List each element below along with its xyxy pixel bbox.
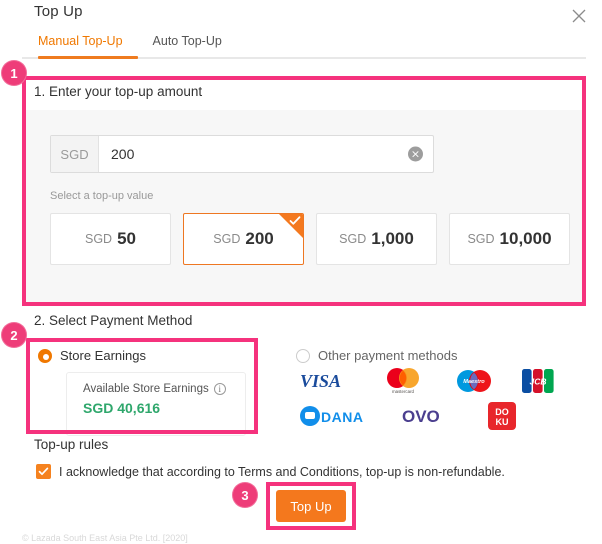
acknowledge-row[interactable]: I acknowledge that according to Terms an…	[36, 464, 505, 479]
maestro-icon: Maestro	[452, 368, 496, 394]
preset-hint-label: Select a top-up value	[50, 190, 154, 202]
acknowledge-text: I acknowledge that according to Terms an…	[59, 464, 505, 479]
preset-amount-1000[interactable]: SGD 1,000	[316, 213, 437, 265]
doku-icon: DO KU	[488, 402, 516, 430]
payment-logo-row-2: DANA OVO DO KU	[300, 402, 586, 430]
dialog-title: Top Up	[34, 3, 83, 20]
tab-auto-top-up[interactable]: Auto Top-Up	[149, 34, 226, 55]
step-badge-2: 2	[1, 322, 27, 348]
section-1-title: 1. Enter your top-up amount	[34, 84, 203, 99]
clear-input-icon[interactable]: ×	[408, 146, 423, 162]
step-badge-3: 3	[232, 482, 258, 508]
preset-currency: SGD	[339, 232, 367, 246]
currency-prefix: SGD	[51, 136, 99, 172]
preset-value: 50	[117, 229, 136, 248]
ovo-icon: OVO	[402, 403, 458, 429]
store-earnings-label: Store Earnings	[60, 348, 146, 363]
dana-icon: DANA	[300, 403, 372, 429]
close-icon[interactable]	[568, 5, 590, 27]
top-up-dialog: Top Up Manual Top-Up Auto Top-Up 1 2 3 1…	[0, 0, 602, 544]
balance-label: Available Store Earnings	[83, 383, 209, 395]
preset-amount-50[interactable]: SGD 50	[50, 213, 171, 265]
preset-currency: SGD	[84, 232, 113, 246]
acknowledge-checkbox[interactable]	[36, 464, 51, 479]
payment-logo-row-1: VISA mastercard Maestro JCB	[300, 368, 586, 394]
check-icon	[289, 216, 301, 225]
payment-option-store-earnings[interactable]: Store Earnings	[38, 348, 146, 363]
balance-label-row: Available Store Earnings i	[83, 383, 245, 395]
svg-text:KU: KU	[496, 417, 509, 427]
section-2-title: 2. Select Payment Method	[34, 313, 193, 328]
tab-bar: Manual Top-Up Auto Top-Up	[34, 34, 226, 55]
svg-text:JCB: JCB	[529, 377, 546, 387]
footer-copyright: © Lazada South East Asia Pte Ltd. [2020]	[22, 533, 188, 543]
payment-logo-list: VISA mastercard Maestro JCB DANA OVO DO …	[300, 368, 586, 430]
svg-text:DO: DO	[495, 407, 509, 417]
tab-manual-top-up[interactable]: Manual Top-Up	[34, 34, 127, 55]
svg-text:OVO: OVO	[402, 407, 440, 426]
preset-value: 200	[245, 229, 274, 248]
info-icon[interactable]: i	[213, 383, 226, 395]
svg-text:VISA: VISA	[300, 371, 341, 391]
rules-title: Top-up rules	[34, 437, 109, 452]
amount-input[interactable]	[99, 136, 433, 172]
radio-other-methods-icon[interactable]	[296, 348, 310, 363]
step-badge-1: 1	[1, 60, 27, 86]
tab-active-underline	[38, 56, 138, 59]
preset-currency: SGD	[467, 232, 495, 246]
preset-amount-10000[interactable]: SGD 10,000	[449, 213, 570, 265]
jcb-icon: JCB	[522, 368, 554, 394]
balance-value: SGD 40,616	[83, 400, 161, 416]
preset-value: 10,000	[499, 229, 552, 248]
section-1-body: SGD × Select a top-up value SGD 50 SGD 2…	[26, 110, 582, 302]
amount-input-group: SGD ×	[50, 135, 434, 173]
svg-text:DANA: DANA	[321, 409, 363, 425]
radio-store-earnings-icon[interactable]	[38, 348, 52, 363]
preset-amount-list: SGD 50 SGD 200 SGD 1,000 SGD 10,000	[50, 213, 570, 265]
svg-text:mastercard: mastercard	[392, 389, 415, 394]
check-icon	[38, 467, 49, 476]
top-up-submit-button[interactable]: Top Up	[276, 490, 346, 522]
mastercard-icon: mastercard	[380, 368, 426, 394]
preset-amount-200[interactable]: SGD 200	[183, 213, 304, 265]
other-methods-label: Other payment methods	[318, 348, 458, 363]
preset-value: 1,000	[371, 229, 414, 248]
store-earnings-balance-card: Available Store Earnings i SGD 40,616	[66, 372, 246, 436]
preset-currency: SGD	[213, 232, 241, 246]
payment-option-other-methods[interactable]: Other payment methods	[296, 348, 457, 363]
svg-text:Maestro: Maestro	[463, 379, 485, 385]
visa-icon: VISA	[300, 368, 354, 394]
